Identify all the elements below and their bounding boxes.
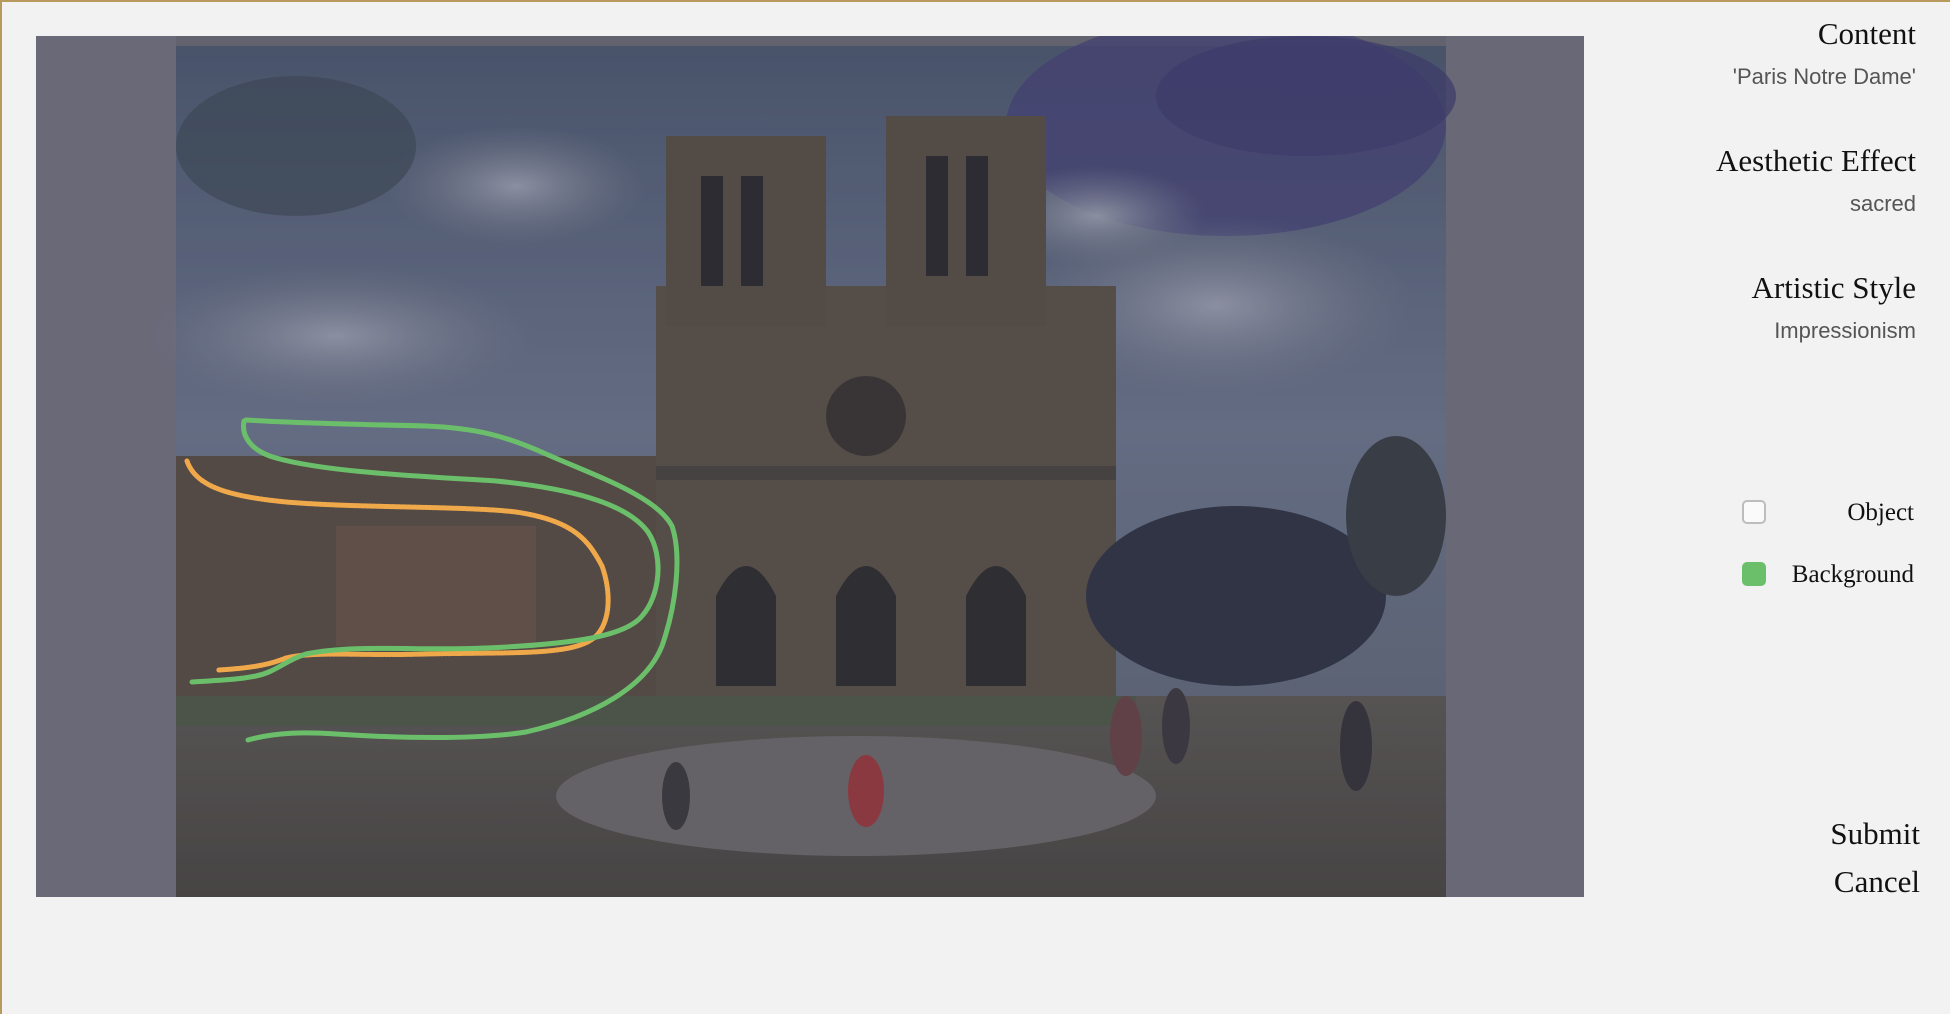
artistic-style-value: Impressionism	[1774, 318, 1916, 343]
canvas-svg[interactable]	[36, 36, 1584, 897]
background-swatch-checkbox[interactable]	[1742, 562, 1766, 586]
cancel-button[interactable]: Cancel	[1834, 864, 1920, 900]
object-label: Object	[1847, 499, 1914, 526]
layer-background-option[interactable]: Background	[1742, 561, 1914, 591]
object-swatch-checkbox[interactable]	[1742, 500, 1766, 524]
drawing-canvas[interactable]	[36, 36, 1584, 897]
artistic-style-title: Artistic Style	[1751, 270, 1916, 305]
properties-panel: Content 'Paris Notre Dame' Aesthetic Eff…	[1600, 0, 1920, 1014]
aesthetic-effect-value: sacred	[1849, 191, 1916, 216]
content-title: Content	[1817, 16, 1916, 51]
window-left-border	[0, 0, 2, 1014]
content-value: 'Paris Notre Dame'	[1732, 64, 1916, 89]
background-label: Background	[1791, 561, 1914, 588]
submit-button[interactable]: Submit	[1830, 816, 1920, 852]
dim-overlay	[36, 36, 1584, 897]
layer-object-option[interactable]: Object	[1742, 499, 1914, 529]
aesthetic-effect-title: Aesthetic Effect	[1716, 143, 1916, 178]
